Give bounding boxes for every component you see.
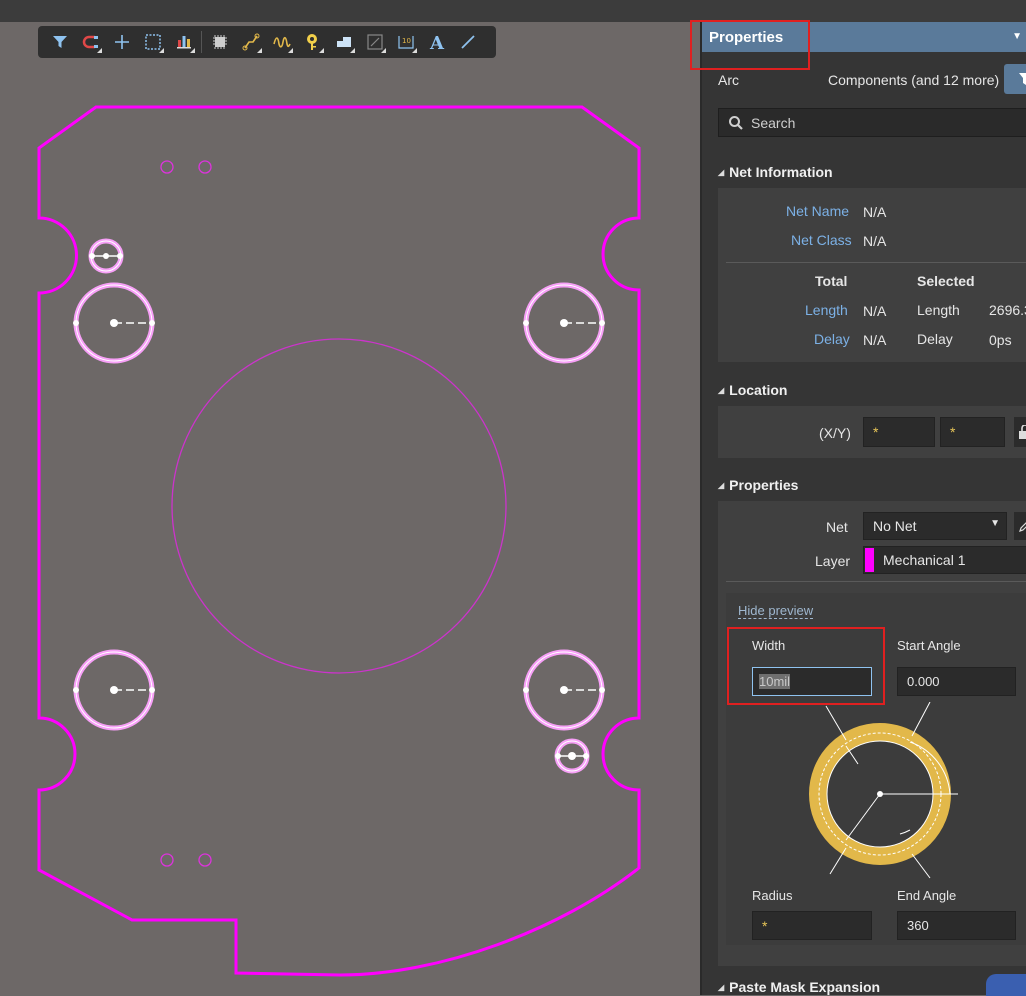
lock-button[interactable]	[1014, 417, 1026, 447]
top-bar	[0, 0, 1026, 22]
board-outline	[37, 105, 641, 977]
pcb-canvas[interactable]	[0, 22, 700, 995]
svg-text:10: 10	[402, 37, 411, 45]
section-net-information[interactable]: Net Information	[718, 164, 832, 180]
length-total: N/A	[863, 303, 887, 319]
delay-total: N/A	[863, 332, 887, 348]
layer-select[interactable]: Mechanical 1	[863, 546, 1026, 574]
chart-icon[interactable]	[168, 28, 199, 56]
delay-selected: 0ps	[989, 332, 1012, 348]
lock-icon	[1019, 425, 1026, 439]
center-circle	[171, 338, 507, 674]
interactive-route-icon[interactable]	[235, 28, 266, 56]
section-properties[interactable]: Properties	[718, 477, 798, 493]
route-icon[interactable]	[75, 28, 106, 56]
start-angle-label: Start Angle	[897, 638, 961, 653]
layer-select-value: Mechanical 1	[883, 552, 966, 568]
radius-input[interactable]: *	[752, 911, 872, 940]
properties-panel: Properties ▼ Arc Components (and 12 more…	[700, 22, 1026, 996]
radius-value: *	[762, 917, 768, 934]
end-angle-value: 360	[907, 918, 929, 933]
line-icon[interactable]	[452, 28, 483, 56]
xy-label: (X/Y)	[819, 425, 851, 441]
net-class-value: N/A	[863, 233, 887, 249]
net-select-value: No Net	[873, 518, 917, 534]
arc-diagram	[809, 702, 958, 879]
net-select[interactable]: No Net ▼	[863, 512, 1007, 540]
selected-arc-small-bottom	[554, 738, 590, 774]
layer-color-swatch	[865, 548, 874, 572]
cross-icon[interactable]	[106, 28, 137, 56]
start-angle-input[interactable]: 0.000	[897, 667, 1016, 696]
component-icon[interactable]	[204, 28, 235, 56]
panel-menu-icon[interactable]: ▼	[1012, 31, 1022, 42]
pin-icon[interactable]	[297, 28, 328, 56]
net-name-label: Net Name	[786, 203, 850, 219]
start-angle-value: 0.000	[907, 674, 940, 689]
length-selected-label: Length	[917, 302, 960, 318]
x-value: *	[873, 424, 879, 440]
radius-label: Radius	[752, 888, 793, 903]
search-placeholder: Search	[751, 115, 796, 131]
tune-icon[interactable]	[266, 28, 297, 56]
end-angle-label: End Angle	[897, 888, 957, 903]
svg-text:A: A	[429, 33, 445, 52]
selected-header: Selected	[917, 273, 975, 289]
selected-arc-small-top	[88, 238, 124, 274]
y-value: *	[950, 424, 956, 440]
selected-arc-bl	[73, 649, 155, 731]
search-input[interactable]: Search	[718, 108, 1026, 137]
length-label: Length	[805, 302, 848, 318]
section-location[interactable]: Location	[718, 382, 787, 398]
chevron-down-icon: ▼	[990, 518, 1000, 529]
hide-preview-link[interactable]: Hide preview	[738, 603, 814, 619]
select-rect-icon[interactable]	[137, 28, 168, 56]
filter-summary: Components (and 12 more)	[828, 72, 1000, 88]
layer-label: Layer	[815, 553, 851, 569]
delay-selected-label: Delay	[917, 331, 953, 347]
filter-icon	[1019, 73, 1026, 85]
pencil-icon	[1019, 522, 1026, 532]
help-badge[interactable]	[986, 974, 1026, 996]
toolbar-separator	[201, 31, 202, 53]
selected-arc-tr	[523, 282, 605, 364]
board-drawing	[37, 105, 641, 977]
net-class-label: Net Class	[791, 232, 852, 248]
text-icon[interactable]: A	[421, 28, 452, 56]
selected-arc-tl	[73, 282, 155, 364]
search-icon	[729, 116, 743, 130]
delay-label: Delay	[814, 331, 850, 347]
object-type: Arc	[718, 72, 739, 88]
end-angle-input[interactable]: 360	[897, 911, 1016, 940]
dimension-icon[interactable]: 10	[390, 28, 421, 56]
net-info-divider	[726, 262, 1026, 263]
net-label: Net	[826, 519, 848, 535]
highlight-properties-title	[690, 20, 810, 70]
draw-icon[interactable]	[359, 28, 390, 56]
edit-net-button[interactable]	[1014, 512, 1026, 540]
length-selected: 2696.3	[989, 302, 1026, 318]
y-input[interactable]: *	[940, 417, 1005, 447]
net-name-value: N/A	[863, 204, 887, 220]
filter-icon[interactable]	[44, 28, 75, 56]
fill-icon[interactable]	[328, 28, 359, 56]
total-header: Total	[815, 273, 848, 289]
selected-arc-br	[523, 649, 605, 731]
filter-button[interactable]	[1004, 64, 1026, 94]
section-paste-mask[interactable]: Paste Mask Expansion	[718, 979, 880, 995]
active-bar-toolbar: 10 A	[38, 26, 496, 58]
x-input[interactable]: *	[863, 417, 935, 447]
properties-divider	[726, 581, 1026, 582]
highlight-width-field	[727, 627, 885, 705]
